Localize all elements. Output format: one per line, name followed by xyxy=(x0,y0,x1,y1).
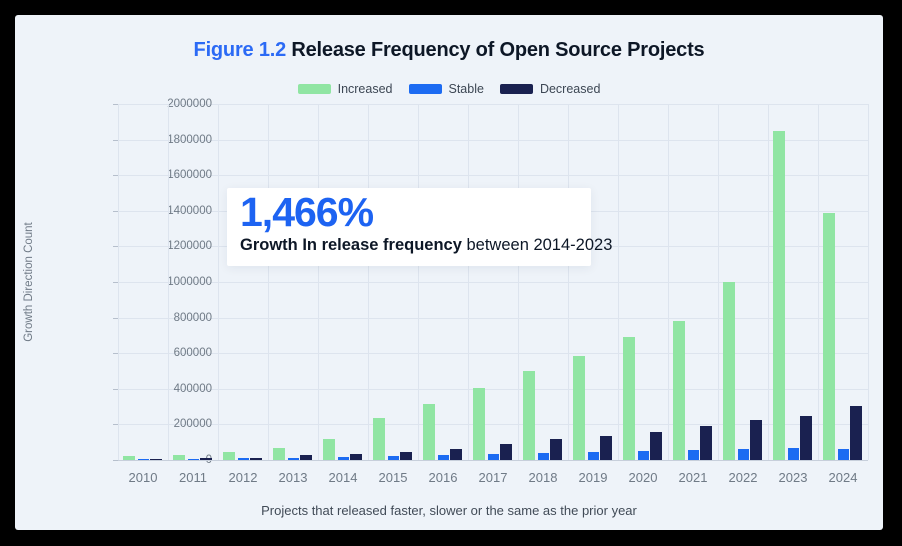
legend-label: Stable xyxy=(449,82,484,96)
bar-group-2011: 2011 xyxy=(168,104,218,460)
bar-group-2015: 2015 xyxy=(368,104,418,460)
bar-stable-2022 xyxy=(738,449,749,460)
x-tick-label: 2022 xyxy=(718,470,768,485)
x-tick-label: 2014 xyxy=(318,470,368,485)
bar-stable-2024 xyxy=(838,449,849,460)
bar-increased-2012 xyxy=(223,452,235,460)
bar-increased-2022 xyxy=(723,282,735,460)
bar-increased-2014 xyxy=(323,439,335,460)
x-tick-label: 2013 xyxy=(268,470,318,485)
bar-group-2017: 2017 xyxy=(468,104,518,460)
legend-item-stable: Stable xyxy=(409,82,484,96)
bar-group-2019: 2019 xyxy=(568,104,618,460)
bar-group-2023: 2023 xyxy=(768,104,818,460)
bar-stable-2020 xyxy=(638,451,649,460)
legend-swatch-stable xyxy=(409,84,442,94)
bar-group-2010: 2010 xyxy=(118,104,168,460)
x-tick-label: 2024 xyxy=(818,470,868,485)
bar-stable-2018 xyxy=(538,453,549,460)
gridline-vertical xyxy=(868,104,869,460)
x-tick-label: 2020 xyxy=(618,470,668,485)
bar-decreased-2019 xyxy=(600,436,612,460)
legend-item-increased: Increased xyxy=(298,82,393,96)
y-axis-label: Growth Direction Count xyxy=(23,172,35,392)
callout-text-regular: between 2014-2023 xyxy=(462,236,612,254)
bar-decreased-2015 xyxy=(400,452,412,460)
bar-increased-2018 xyxy=(523,371,535,460)
bar-decreased-2020 xyxy=(650,432,662,460)
bar-increased-2017 xyxy=(473,388,485,460)
x-tick-label: 2010 xyxy=(118,470,168,485)
bar-stable-2021 xyxy=(688,450,699,460)
callout-text-bold: Growth In release frequency xyxy=(240,236,462,254)
bar-stable-2023 xyxy=(788,448,799,460)
bar-group-2013: 2013 xyxy=(268,104,318,460)
figure-label: Figure 1.2 xyxy=(194,39,286,61)
bar-decreased-2024 xyxy=(850,406,862,460)
legend-label: Increased xyxy=(338,82,393,96)
legend-label: Decreased xyxy=(540,82,600,96)
bar-group-2014: 2014 xyxy=(318,104,368,460)
legend-swatch-decreased xyxy=(500,84,533,94)
x-tick-label: 2017 xyxy=(468,470,518,485)
bar-decreased-2017 xyxy=(500,444,512,460)
chart-caption: Projects that released faster, slower or… xyxy=(15,503,883,518)
legend-swatch-increased xyxy=(298,84,331,94)
x-tick-label: 2021 xyxy=(668,470,718,485)
x-axis-line xyxy=(118,460,868,461)
callout-box: 1,466% Growth In release frequency betwe… xyxy=(227,188,591,266)
bar-group-2020: 2020 xyxy=(618,104,668,460)
bar-group-2024: 2024 xyxy=(818,104,868,460)
bar-increased-2013 xyxy=(273,448,285,460)
bar-increased-2020 xyxy=(623,337,635,460)
chart-card: Figure 1.2 Release Frequency of Open Sou… xyxy=(15,15,883,530)
bar-group-2018: 2018 xyxy=(518,104,568,460)
bar-stable-2019 xyxy=(588,452,599,460)
bar-group-2016: 2016 xyxy=(418,104,468,460)
bar-increased-2024 xyxy=(823,213,835,460)
callout-value: 1,466% xyxy=(240,189,373,236)
bar-increased-2016 xyxy=(423,404,435,460)
x-tick-label: 2011 xyxy=(168,470,218,485)
figure-title: Figure 1.2 Release Frequency of Open Sou… xyxy=(15,39,883,62)
legend-item-decreased: Decreased xyxy=(500,82,600,96)
bar-increased-2021 xyxy=(673,321,685,460)
bar-group-2012: 2012 xyxy=(218,104,268,460)
chart-legend: Increased Stable Decreased xyxy=(15,82,883,96)
plot-area: 0200000400000600000800000100000012000001… xyxy=(118,104,868,460)
x-tick-label: 2015 xyxy=(368,470,418,485)
bar-decreased-2021 xyxy=(700,426,712,460)
bar-increased-2019 xyxy=(573,356,585,460)
x-tick-label: 2012 xyxy=(218,470,268,485)
bar-decreased-2023 xyxy=(800,416,812,460)
bar-increased-2015 xyxy=(373,418,385,460)
bar-decreased-2022 xyxy=(750,420,762,460)
callout-text: Growth In release frequency between 2014… xyxy=(240,236,612,255)
bar-decreased-2016 xyxy=(450,449,462,460)
bar-group-2022: 2022 xyxy=(718,104,768,460)
bar-increased-2023 xyxy=(773,131,785,460)
x-tick-label: 2019 xyxy=(568,470,618,485)
x-tick-label: 2023 xyxy=(768,470,818,485)
figure-title-text: Release Frequency of Open Source Project… xyxy=(286,39,704,61)
bar-group-2021: 2021 xyxy=(668,104,718,460)
bar-decreased-2018 xyxy=(550,439,562,460)
x-tick-label: 2018 xyxy=(518,470,568,485)
x-tick-label: 2016 xyxy=(418,470,468,485)
